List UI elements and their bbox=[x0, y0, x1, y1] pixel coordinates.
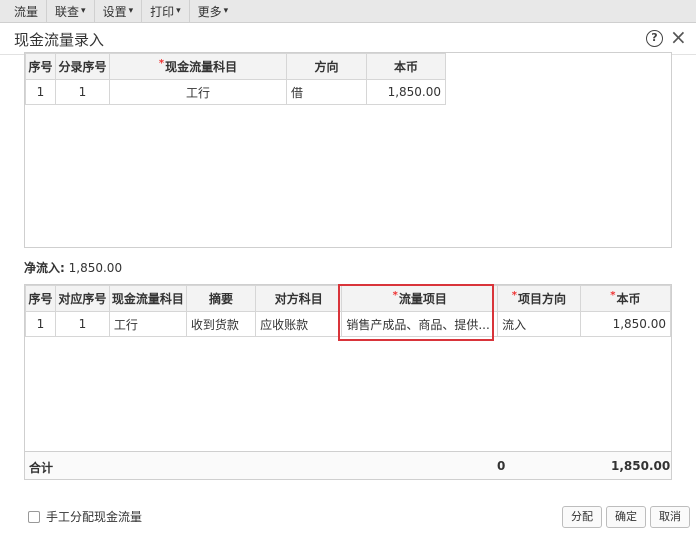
menu-item-more[interactable]: 更多 ▾ bbox=[190, 0, 237, 23]
header-counter-subject: 对方科目 bbox=[255, 285, 343, 312]
flow-grid: 序号 对应序号 现金流量科目 摘要 对方科目 *流量项目 *项目方向 *本币 1… bbox=[24, 284, 672, 480]
flow-table: 序号 对应序号 现金流量科目 摘要 对方科目 *流量项目 *项目方向 *本币 1… bbox=[25, 285, 672, 337]
header-flow-item: *流量项目 bbox=[341, 285, 499, 312]
cell-currency[interactable]: 1,850.00 bbox=[366, 79, 446, 105]
cell-item-direction[interactable]: 流入 bbox=[497, 311, 581, 337]
net-inflow: 净流入: 1,850.00 bbox=[24, 259, 122, 276]
help-icon[interactable]: ? bbox=[646, 30, 663, 47]
entry-table: 序号 分录序号 *现金流量科目 方向 本币 1 1 工行 借 1,850.00 bbox=[25, 53, 446, 105]
total-row: 合计 0 1,850.00 bbox=[25, 451, 671, 479]
menu-item-flow[interactable]: 流量 bbox=[6, 0, 48, 23]
total-direction: 0 bbox=[497, 459, 506, 473]
cancel-button[interactable]: 取消 bbox=[650, 506, 690, 528]
total-currency: 1,850.00 bbox=[611, 459, 671, 473]
dialog-title: 现金流量录入 bbox=[14, 31, 105, 49]
required-mark: * bbox=[158, 58, 165, 69]
menu-item-query[interactable]: 联查 ▾ bbox=[47, 0, 95, 23]
required-mark: * bbox=[392, 290, 398, 301]
header-ref-seq: 对应序号 bbox=[54, 285, 110, 312]
table-row[interactable]: 1 1 工行 收到货款 应收账款 销售产成品、商品、提供... 流入 1,850… bbox=[25, 311, 672, 337]
cell-ref-seq: 1 bbox=[54, 311, 110, 337]
menu-bar: 流量 联查 ▾ 设置 ▾ 打印 ▾ 更多 ▾ bbox=[0, 0, 696, 23]
cell-direction[interactable]: 借 bbox=[286, 79, 367, 105]
chevron-down-icon: ▾ bbox=[176, 6, 181, 16]
cell-summary[interactable]: 收到货款 bbox=[185, 311, 257, 337]
close-icon[interactable]: × bbox=[670, 25, 687, 49]
chevron-down-icon: ▾ bbox=[81, 6, 86, 16]
manual-allocate-option[interactable]: 手工分配现金流量 bbox=[28, 508, 142, 525]
header-summary: 摘要 bbox=[185, 285, 257, 312]
required-mark: * bbox=[610, 290, 616, 301]
header-seq: 序号 bbox=[25, 285, 56, 312]
cell-cash-subject[interactable]: 工行 bbox=[108, 311, 187, 337]
cell-currency[interactable]: 1,850.00 bbox=[579, 311, 672, 337]
menu-item-settings[interactable]: 设置 ▾ bbox=[95, 0, 143, 23]
header-cash-subject: *现金流量科目 bbox=[109, 53, 287, 80]
cell-seq: 1 bbox=[25, 311, 56, 337]
total-label: 合计 bbox=[29, 461, 54, 475]
header-cash-subject: 现金流量科目 bbox=[108, 285, 187, 312]
menu-item-print[interactable]: 打印 ▾ bbox=[142, 0, 190, 23]
cell-counter-subject[interactable]: 应收账款 bbox=[255, 311, 343, 337]
chevron-down-icon: ▾ bbox=[128, 6, 134, 16]
entry-grid: 序号 分录序号 *现金流量科目 方向 本币 1 1 工行 借 1,850.00 bbox=[24, 52, 672, 248]
header-currency: *本币 bbox=[579, 285, 672, 312]
allocate-button[interactable]: 分配 bbox=[562, 506, 602, 528]
cell-cash-subject[interactable]: 工行 bbox=[109, 79, 287, 105]
confirm-button[interactable]: 确定 bbox=[606, 506, 646, 528]
header-entry-seq: 分录序号 bbox=[55, 53, 110, 80]
net-inflow-label: 净流入: bbox=[24, 261, 65, 275]
net-inflow-value: 1,850.00 bbox=[68, 261, 123, 275]
cell-seq: 1 bbox=[25, 79, 56, 105]
header-item-direction: *项目方向 bbox=[497, 285, 581, 312]
required-mark: * bbox=[511, 290, 517, 301]
cell-flow-item[interactable]: 销售产成品、商品、提供... bbox=[341, 311, 499, 337]
table-row[interactable]: 1 1 工行 借 1,850.00 bbox=[25, 79, 446, 105]
header-seq: 序号 bbox=[25, 53, 56, 80]
cell-entry-seq: 1 bbox=[55, 79, 110, 105]
dialog-titlebar: 现金流量录入 ? × bbox=[0, 23, 696, 55]
header-direction: 方向 bbox=[286, 53, 367, 80]
chevron-down-icon: ▾ bbox=[223, 6, 229, 16]
manual-allocate-checkbox[interactable] bbox=[28, 510, 40, 523]
header-currency: 本币 bbox=[366, 53, 446, 80]
manual-allocate-label: 手工分配现金流量 bbox=[46, 510, 143, 524]
